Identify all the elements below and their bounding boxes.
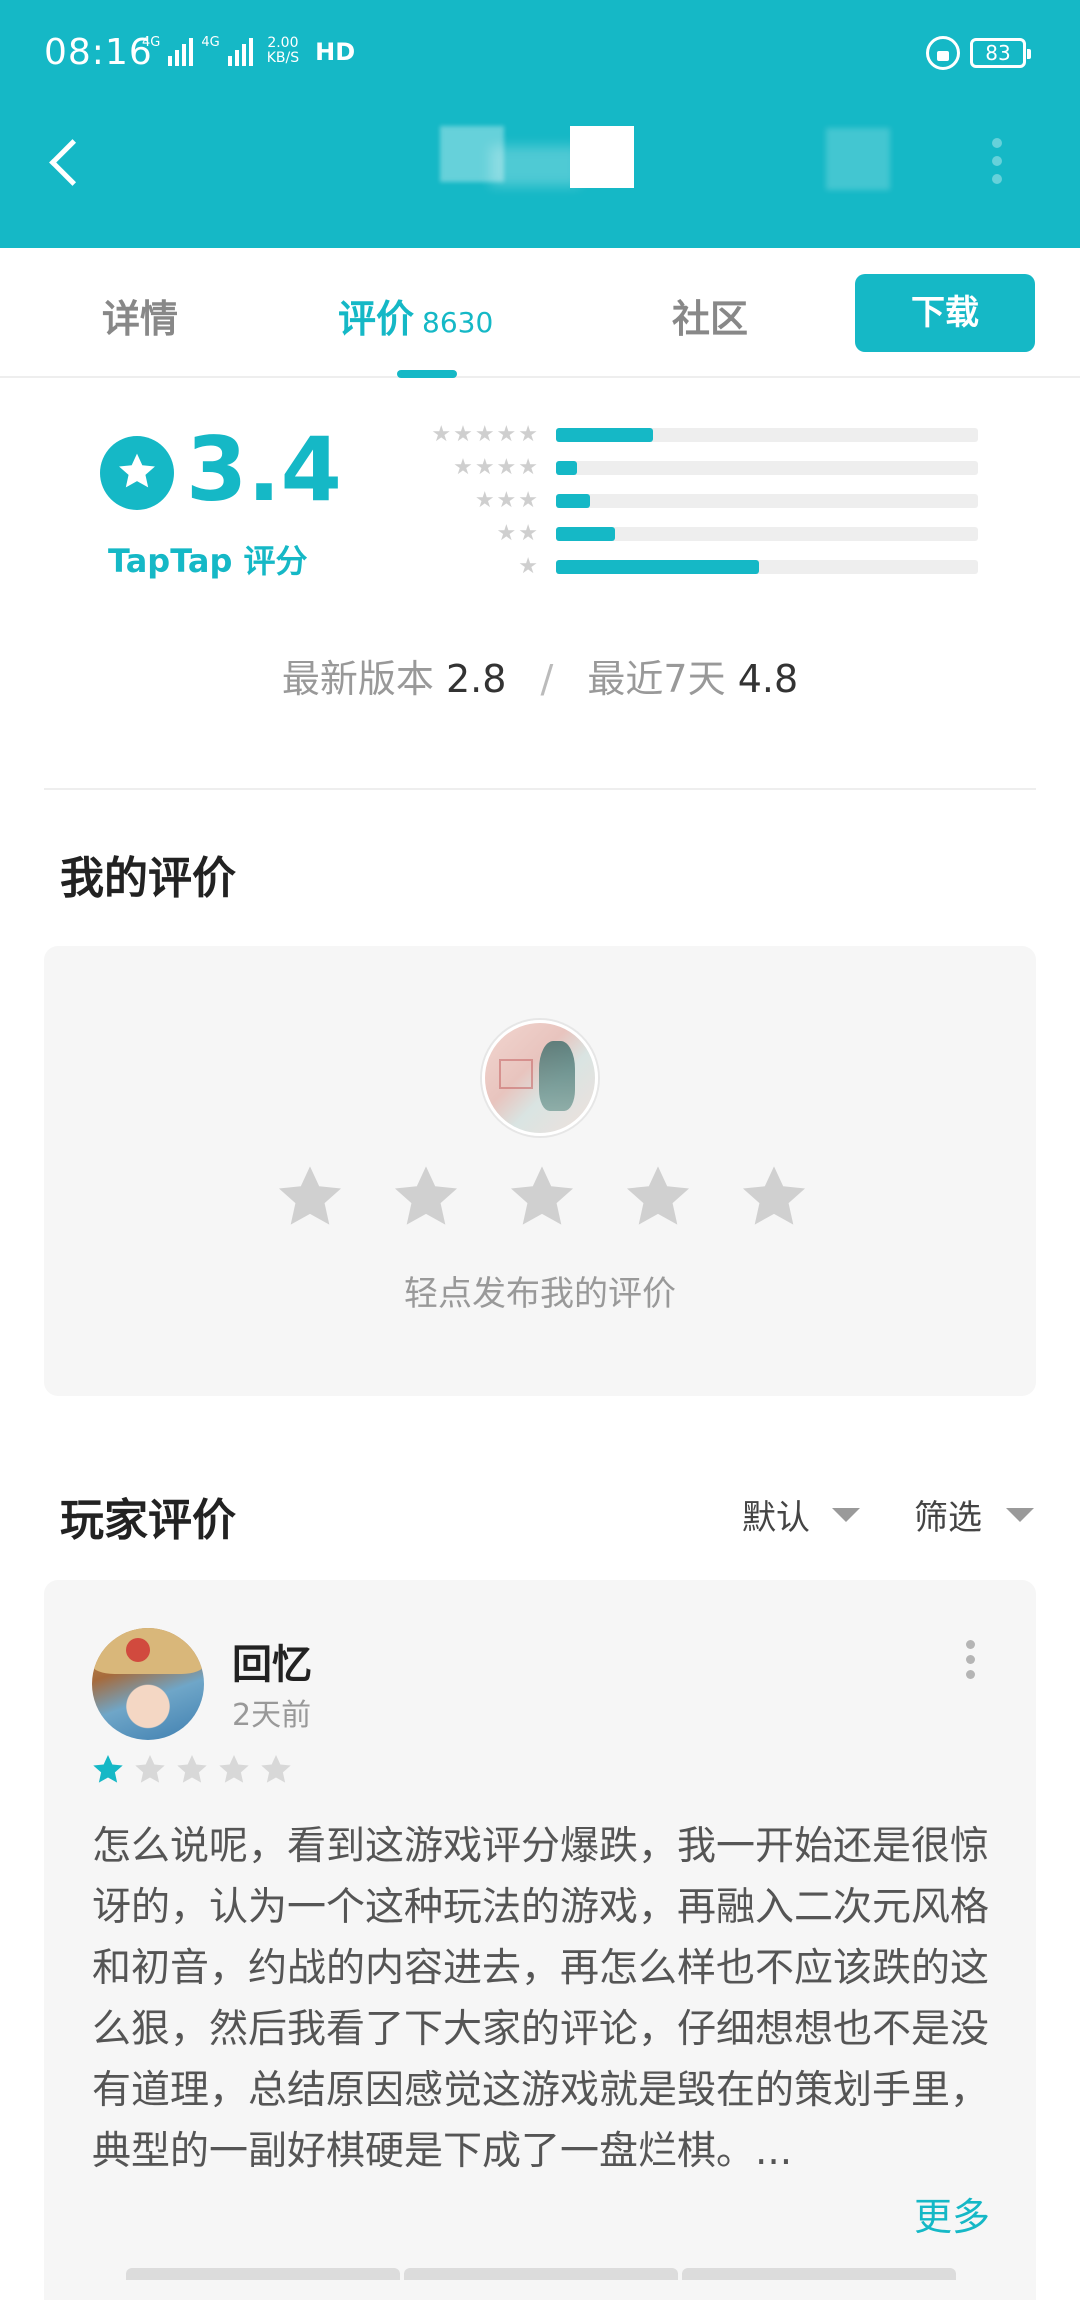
rating-bar-track (556, 527, 978, 541)
rating-row-stars-icon: ★ (518, 554, 540, 579)
rating-row-stars-icon: ★★★★★ (431, 422, 540, 447)
avatar[interactable] (92, 1628, 204, 1740)
tab-details[interactable]: 详情 (102, 288, 178, 343)
download-button[interactable]: 下载 (855, 274, 1035, 352)
review-action-bar (126, 2268, 956, 2280)
net-speed-unit: KB/S (266, 50, 300, 66)
rating-bar-fill (556, 428, 654, 442)
taptap-rating-label: TapTap 评分 (108, 542, 308, 580)
tab-reviews-label: 评价 (338, 297, 415, 341)
rate-star-1-icon[interactable] (272, 1160, 348, 1236)
rating-row-stars-icon: ★★★★ (453, 455, 540, 480)
review-user-name[interactable]: 回忆 (232, 1632, 312, 1690)
latest-version-label: 最新版本 (281, 657, 434, 701)
rating-bar-track (556, 461, 978, 475)
recent-7days-score: 4.8 (737, 657, 799, 701)
rating-bar-fill (556, 494, 590, 508)
status-signals: 4G 4G 2.00 KB/S HD (142, 36, 355, 66)
tap-to-review-hint[interactable]: 轻点发布我的评价 (0, 1266, 1080, 1315)
chevron-down-icon[interactable] (1006, 1508, 1034, 1522)
tab-reviews-count: 8630 (422, 306, 494, 339)
rating-bar-track (556, 494, 978, 508)
review-star-icon (177, 1755, 207, 1783)
review-star-icon (219, 1755, 249, 1783)
sort-default-dropdown[interactable]: 默认 (742, 1490, 810, 1539)
review-star-icon (93, 1755, 123, 1783)
net-speed: 2.00 KB/S (267, 36, 299, 66)
status-time: 08:16 (44, 32, 153, 73)
chevron-down-icon[interactable] (832, 1508, 860, 1522)
more-options-icon[interactable] (990, 138, 1004, 190)
rating-bar-fill (556, 461, 578, 475)
review-star-icon (261, 1755, 291, 1783)
signal-icon-1 (168, 36, 194, 66)
rate-star-2-icon[interactable] (388, 1160, 464, 1236)
section-divider (44, 788, 1036, 790)
rating-bar-track (556, 428, 978, 442)
latest-version-score: 2.8 (445, 657, 507, 701)
active-tab-indicator (397, 370, 457, 378)
review-more-options-icon[interactable] (966, 1640, 976, 1685)
app-header: 08:16 4G 4G 2.00 KB/S HD 83 (0, 0, 1080, 248)
rating-row-2-star: ★★ (400, 521, 980, 546)
rate-star-5-icon[interactable] (736, 1160, 812, 1236)
rate-star-4-icon[interactable] (620, 1160, 696, 1236)
rating-bar-track (556, 560, 978, 574)
rating-star-icon (100, 436, 174, 510)
header-action-blurred[interactable] (826, 128, 890, 190)
rate-stars (272, 1160, 812, 1240)
review-star-rating (90, 1752, 294, 1788)
rating-row-4-star: ★★★★ (400, 455, 980, 480)
review-time: 2天前 (232, 1698, 312, 1733)
review-star-icon (135, 1755, 165, 1783)
rating-row-5-star: ★★★★★ (400, 422, 980, 447)
filter-dropdown[interactable]: 筛选 (914, 1490, 982, 1539)
signal-icon-2 (227, 36, 253, 66)
rating-row-1-star: ★ (400, 554, 980, 579)
rating-row-stars-icon: ★★★ (474, 488, 540, 513)
rating-bar-fill (556, 527, 616, 541)
network-type-1: 4G (142, 35, 161, 50)
rate-star-3-icon[interactable] (504, 1160, 580, 1236)
tab-community[interactable]: 社区 (672, 288, 748, 343)
review-text: 怎么说呢，看到这游戏评分爆跌，我一开始还是很惊讶的，认为一个这种玩法的游戏，再融… (92, 1824, 990, 2174)
recent-7days-label: 最近7天 (587, 657, 726, 701)
hd-icon: HD (315, 38, 356, 66)
tab-reviews[interactable]: 评价 8630 (338, 288, 493, 343)
net-speed-value: 2.00 (267, 35, 299, 51)
separator: / (540, 657, 554, 701)
battery-icon: 83 (970, 38, 1031, 68)
rating-row-3-star: ★★★ (400, 488, 980, 513)
app-icon-avatar (482, 1020, 598, 1136)
back-button[interactable] (40, 130, 90, 200)
review-more-link[interactable]: 更多 (914, 2186, 990, 2241)
rotation-lock-icon (926, 36, 960, 70)
app-title-blurred (440, 126, 640, 188)
rating-score: 3.4 (186, 418, 342, 521)
network-type-2: 4G (201, 35, 220, 50)
my-review-title: 我的评价 (60, 853, 236, 904)
player-reviews-title: 玩家评价 (60, 1495, 236, 1546)
version-rating-line: 最新版本 2.8 / 最近7天 4.8 (0, 648, 1080, 703)
rating-bar-fill (556, 560, 759, 574)
rating-row-stars-icon: ★★ (496, 521, 540, 546)
